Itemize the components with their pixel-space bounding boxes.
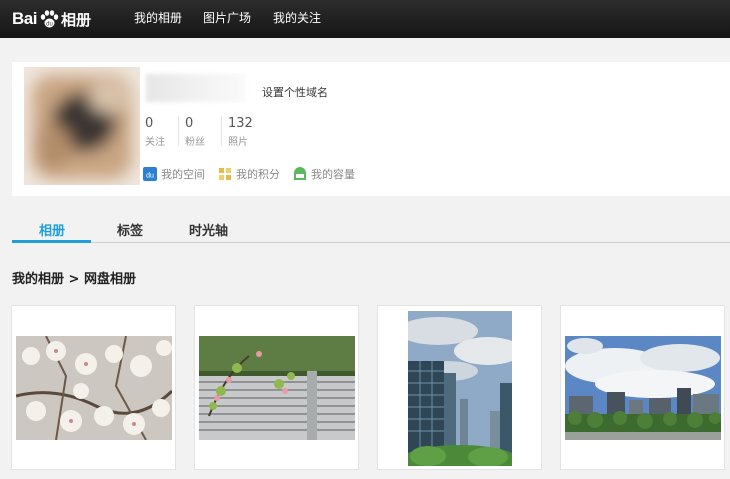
divider [178,116,179,146]
stat-fans-value: 0 [185,116,194,131]
tab-timeline[interactable]: 时光轴 [189,220,228,239]
stat-photos-value: 132 [228,116,253,131]
nav-my-following[interactable]: 我的关注 [273,0,321,38]
my-points-label: 我的积分 [236,168,280,181]
photo-tile[interactable] [194,305,359,470]
my-points-link[interactable]: 我的积分 [218,166,280,182]
photo-tile[interactable] [11,305,176,470]
svg-text:du: du [146,173,154,180]
active-tab-indicator [12,240,91,243]
paw-icon: du [40,10,59,28]
nav-my-albums[interactable]: 我的相册 [134,0,182,38]
stat-fans-label: 粉丝 [185,137,205,148]
photo-glass-towers [408,311,512,466]
photo-fence-flowers [199,336,355,440]
my-space-link[interactable]: du 我的空间 [143,166,205,182]
stat-following-value: 0 [145,116,154,131]
my-space-label: 我的空间 [161,168,205,181]
tab-tags[interactable]: 标签 [117,220,143,239]
photo-tile[interactable] [560,305,725,470]
photo-city-skyline [565,336,721,440]
baidu-album-logo[interactable]: Bai du 相册 [12,6,91,32]
tab-albums[interactable]: 相册 [39,220,65,239]
my-capacity-link[interactable]: 我的容量 [293,166,355,182]
top-navigation-bar: Bai du 相册 我的相册 图片广场 我的关注 [0,0,730,38]
space-icon: du [143,167,157,181]
divider [221,116,222,146]
logo-text: Bai [12,9,37,28]
stat-photos-label: 照片 [228,137,248,148]
photo-cherry-blossom [16,336,172,440]
stat-following[interactable]: 0 关注 [145,116,165,148]
capacity-icon [294,167,306,180]
stat-photos[interactable]: 132 照片 [228,116,253,148]
username-blurred [146,74,246,102]
points-icon [219,168,231,180]
stat-following-label: 关注 [145,137,165,148]
svg-text:du: du [46,22,53,28]
photo-tile[interactable] [377,305,542,470]
avatar[interactable] [24,67,140,185]
my-capacity-label: 我的容量 [311,168,355,181]
logo-suffix: 相册 [60,10,91,29]
album-tabs: 相册 标签 时光轴 [12,212,730,243]
breadcrumb: 我的相册 > 网盘相册 [12,272,136,287]
set-custom-domain-link[interactable]: 设置个性域名 [262,84,328,100]
stat-fans[interactable]: 0 粉丝 [185,116,205,148]
nav-photo-square[interactable]: 图片广场 [203,0,251,38]
profile-card: 设置个性域名 0 关注 0 粉丝 132 照片 du 我的空间 我的积分 我的容… [12,62,730,196]
